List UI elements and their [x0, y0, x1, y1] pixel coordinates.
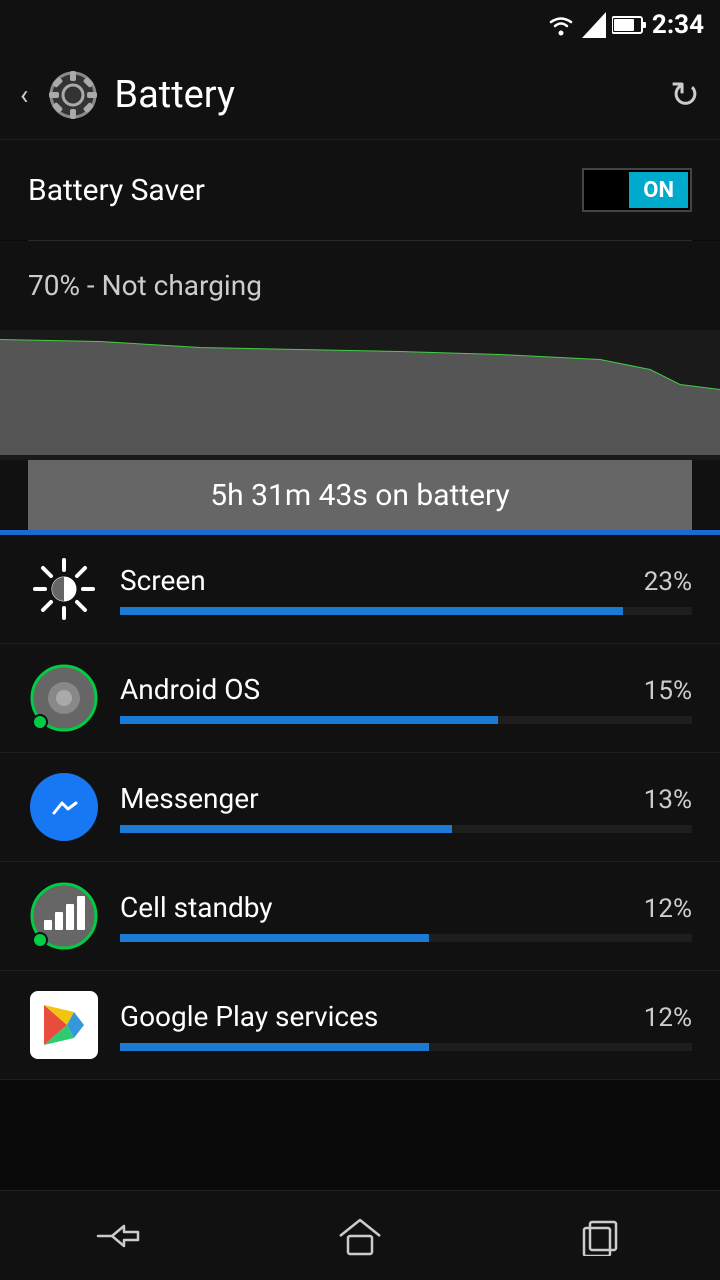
cell-standby-icon [28, 880, 100, 952]
screen-app-name: Screen [120, 564, 206, 597]
battery-icon [612, 15, 646, 35]
messenger-progress-fill [120, 825, 452, 833]
cell-progress-fill [120, 934, 429, 942]
cell-progress-bg [120, 934, 692, 942]
cell-app-name: Cell standby [120, 891, 273, 924]
page-title: Battery [114, 73, 235, 117]
screen-name-row: Screen 23% [120, 564, 692, 597]
android-progress-fill [120, 716, 498, 724]
back-arrow-icon[interactable]: ‹ [20, 78, 28, 111]
screen-progress-bg [120, 607, 692, 615]
bottom-nav [0, 1190, 720, 1280]
messenger-name-row: Messenger 13% [120, 782, 692, 815]
battery-saver-toggle[interactable]: ON [582, 168, 692, 212]
android-app-name: Android OS [120, 673, 260, 706]
messenger-app-name: Messenger [120, 782, 259, 815]
gplay-info: Google Play services 12% [120, 1000, 692, 1051]
android-os-icon [28, 662, 100, 734]
list-item[interactable]: Android OS 15% [0, 644, 720, 753]
battery-percent-text: 70% - Not charging [28, 269, 692, 302]
app-bar-left: ‹ Battery [20, 70, 235, 120]
list-item[interactable]: Messenger 13% [0, 753, 720, 862]
cell-standby-info: Cell standby 12% [120, 891, 692, 942]
signal-icon [582, 12, 606, 38]
messenger-percent: 13% [644, 785, 692, 815]
recents-nav-button[interactable] [560, 1206, 640, 1266]
chart-label-bar[interactable]: 5h 31m 43s on battery [28, 460, 692, 530]
list-item[interactable]: Google Play services 12% [0, 971, 720, 1080]
back-nav-button[interactable] [80, 1206, 160, 1266]
refresh-icon[interactable]: ↻ [670, 74, 700, 116]
gplay-progress-bg [120, 1043, 692, 1051]
screen-info: Screen 23% [120, 564, 692, 615]
app-battery-list: Screen 23% Andro [0, 535, 720, 1080]
chart-label-text: 5h 31m 43s on battery [210, 478, 509, 513]
google-play-icon [28, 989, 100, 1061]
spacer-bottom [0, 1080, 720, 1170]
battery-status-row: 70% - Not charging [0, 241, 720, 330]
battery-saver-row: Battery Saver ON [0, 140, 720, 240]
home-nav-button[interactable] [320, 1206, 400, 1266]
android-progress-bg [120, 716, 692, 724]
chart-area [0, 330, 720, 460]
screen-icon [28, 553, 100, 625]
gplay-icon-box [30, 991, 98, 1059]
gplay-app-name: Google Play services [120, 1000, 378, 1033]
cell-percent: 12% [644, 894, 692, 924]
android-name-row: Android OS 15% [120, 673, 692, 706]
cell-name-row: Cell standby 12% [120, 891, 692, 924]
battery-chart-container: 5h 31m 43s on battery [0, 330, 720, 535]
screen-percent: 23% [644, 567, 692, 597]
app-bar: ‹ Battery ↻ [0, 50, 720, 140]
screen-progress-fill [120, 607, 623, 615]
battery-usage-chart [0, 330, 720, 460]
gplay-progress-fill [120, 1043, 429, 1051]
status-time: 2:34 [652, 10, 704, 40]
messenger-progress-bg [120, 825, 692, 833]
settings-gear-icon [48, 70, 98, 120]
messenger-icon [28, 771, 100, 843]
content-area: Battery Saver ON 70% - Not charging 5h 3… [0, 140, 720, 1170]
battery-saver-label: Battery Saver [28, 173, 205, 208]
messenger-icon-circle [30, 773, 98, 841]
messenger-info: Messenger 13% [120, 782, 692, 833]
android-info: Android OS 15% [120, 673, 692, 724]
wifi-icon [546, 13, 576, 37]
list-item[interactable]: Cell standby 12% [0, 862, 720, 971]
toggle-on-label: ON [629, 172, 688, 208]
status-bar: 2:34 [0, 0, 720, 50]
android-percent: 15% [644, 676, 692, 706]
gplay-name-row: Google Play services 12% [120, 1000, 692, 1033]
list-item[interactable]: Screen 23% [0, 535, 720, 644]
gplay-percent: 12% [644, 1003, 692, 1033]
status-icons: 2:34 [546, 10, 704, 40]
